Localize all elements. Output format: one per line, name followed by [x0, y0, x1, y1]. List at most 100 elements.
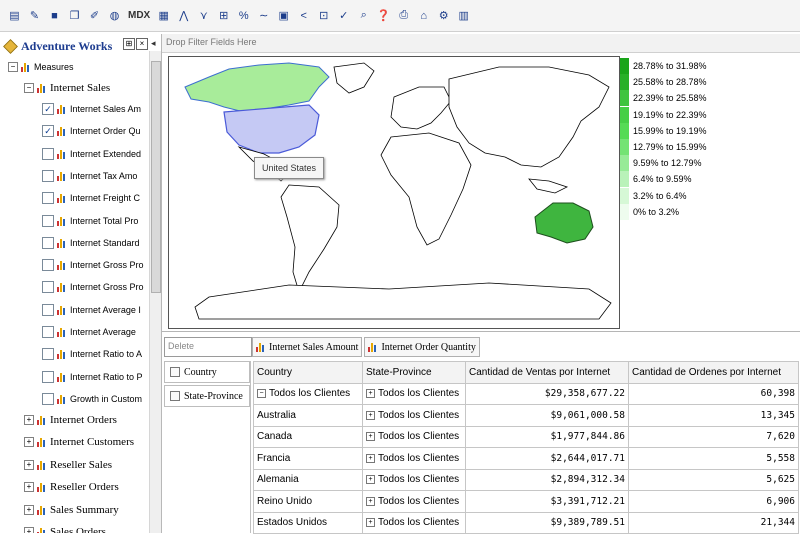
map-europe[interactable] — [390, 86, 452, 130]
filter-icon[interactable]: ⋎ — [195, 7, 212, 25]
cell-orders[interactable]: 21,344 — [628, 511, 799, 534]
cell-state-province[interactable]: + Todos los Clientes — [362, 490, 466, 513]
collapse-icon[interactable]: − — [8, 62, 18, 72]
cell-country[interactable]: Reino Unido — [253, 490, 363, 513]
measure-checkbox[interactable] — [42, 259, 54, 272]
cell-sales[interactable]: $9,061,000.58 — [465, 404, 629, 427]
tree-scrollbar[interactable] — [149, 51, 161, 533]
map-indonesia[interactable] — [528, 178, 569, 194]
tree-measure-group[interactable]: + Sales Orders — [24, 522, 106, 533]
share-icon[interactable]: < — [295, 7, 312, 25]
tree-measure-item[interactable]: Internet Gross Pro — [42, 277, 144, 297]
print-preview-icon[interactable]: ⌂ — [415, 7, 432, 25]
cell-country[interactable]: Canada — [253, 425, 363, 448]
tree-measure-item[interactable]: Internet Extended — [42, 144, 141, 164]
map-antarctica[interactable] — [194, 282, 612, 320]
tree-measure-group[interactable]: + Sales Summary — [24, 500, 119, 520]
open-folder-icon[interactable]: ❐ — [66, 7, 83, 25]
save-icon[interactable]: ■ — [46, 7, 63, 25]
measure-checkbox[interactable] — [42, 392, 54, 405]
percent-icon[interactable]: % — [235, 7, 252, 25]
tree-measure-group[interactable]: + Reseller Orders — [24, 477, 119, 497]
measure-checkbox[interactable] — [42, 370, 54, 383]
expand-icon[interactable]: + — [24, 527, 34, 533]
measure-checkbox[interactable] — [42, 147, 54, 160]
collapse-panel-icon[interactable]: ◂ — [151, 38, 156, 49]
filter-drop-zone[interactable]: Drop Filter Fields Here — [162, 34, 800, 53]
expand-icon[interactable]: + — [366, 432, 375, 442]
tree-measure-item[interactable]: Growth in Custom — [42, 389, 142, 409]
expand-icon[interactable]: + — [366, 453, 375, 463]
scroll-thumb[interactable] — [151, 61, 161, 293]
globe-icon[interactable]: ◍ — [106, 7, 123, 25]
tree-measure-item[interactable]: Internet Average — [42, 322, 136, 342]
cell-orders[interactable]: 5,625 — [628, 468, 799, 491]
expand-icon[interactable]: + — [366, 518, 375, 528]
view-icon[interactable]: ▣ — [275, 7, 292, 25]
measure-checkbox[interactable] — [42, 281, 54, 294]
cell-sales[interactable]: $29,358,677.22 — [465, 382, 629, 405]
print-icon[interactable]: ⎙ — [395, 7, 412, 25]
map-united-states[interactable] — [223, 104, 320, 154]
tree-measure-item[interactable]: Internet Ratio to P — [42, 367, 143, 387]
search-icon[interactable]: ⌕ — [355, 7, 372, 25]
cell-country[interactable]: Alemania — [253, 468, 363, 491]
cell-state-province[interactable]: + Todos los Clientes — [362, 425, 466, 448]
header-orders[interactable]: Cantidad de Ordenes por Internet — [628, 361, 799, 384]
cell-orders[interactable]: 7,620 — [628, 425, 799, 448]
measure-checkbox[interactable]: ✓ — [42, 103, 54, 115]
expand-icon[interactable]: + — [24, 482, 34, 493]
cell-orders[interactable]: 6,906 — [628, 490, 799, 513]
cell-orders[interactable]: 13,345 — [628, 404, 799, 427]
expand-icon[interactable]: + — [24, 415, 34, 425]
pin-icon[interactable]: ⊞ — [123, 38, 135, 50]
grid-icon[interactable]: ▦ — [155, 7, 172, 25]
header-country[interactable]: Country — [253, 361, 363, 384]
pdf-icon[interactable]: ▥ — [455, 7, 472, 25]
tree-measure-group[interactable]: + Reseller Sales — [24, 455, 112, 475]
measure-checkbox[interactable]: ✓ — [42, 125, 54, 138]
cell-state-province[interactable]: + Todos los Clientes — [362, 447, 466, 470]
measure-checkbox[interactable] — [42, 348, 54, 361]
tree-group-internet-sales[interactable]: − Internet Sales — [24, 78, 110, 98]
tree-measure-group[interactable]: + Internet Customers — [24, 432, 134, 452]
open-icon[interactable]: ✎ — [26, 7, 43, 25]
measure-checkbox[interactable] — [42, 192, 54, 205]
cell-state-province[interactable]: + Todos los Clientes — [362, 511, 466, 534]
cell-state-province[interactable]: + Todos los Clientes — [362, 382, 466, 405]
expand-icon[interactable]: + — [24, 504, 34, 515]
world-map[interactable] — [169, 57, 619, 328]
cell-state-province[interactable]: + Todos los Clientes — [362, 468, 466, 491]
export-icon[interactable]: ⊡ — [315, 7, 332, 25]
expand-icon[interactable]: + — [366, 475, 375, 485]
help-icon[interactable]: ❓ — [375, 7, 392, 25]
options-icon[interactable]: ⚙ — [435, 7, 452, 25]
tree-measure-item[interactable]: Internet Standard — [42, 233, 140, 253]
tree-measure-group[interactable]: + Internet Orders — [24, 410, 117, 430]
collapse-icon[interactable]: − — [257, 389, 266, 399]
cell-sales[interactable]: $2,644,017.71 — [465, 447, 629, 470]
measure-checkbox[interactable] — [42, 236, 54, 249]
cell-country[interactable]: Francia — [253, 447, 363, 470]
measure-checkbox[interactable] — [42, 326, 54, 338]
tree-measure-item[interactable]: Internet Gross Pro — [42, 255, 144, 275]
new-report-icon[interactable]: ▤ — [6, 7, 23, 25]
cell-country[interactable]: Estados Unidos — [253, 511, 363, 534]
expand-icon[interactable]: + — [24, 437, 34, 448]
map-asia[interactable] — [448, 66, 610, 168]
chart-icon[interactable]: ⋀ — [175, 7, 192, 25]
cell-sales[interactable]: $2,894,312.34 — [465, 468, 629, 491]
tree-measure-item[interactable]: Internet Ratio to A — [42, 344, 142, 364]
header-sales[interactable]: Cantidad de Ventas por Internet — [465, 361, 629, 384]
tab-internet-sales-amount[interactable]: Internet Sales Amount — [252, 337, 363, 357]
expand-icon[interactable]: + — [366, 496, 375, 506]
cell-sales[interactable]: $1,977,844.86 — [465, 425, 629, 448]
trend-icon[interactable]: ∼ — [255, 7, 272, 25]
tree-measure-item[interactable]: Internet Total Pro — [42, 211, 138, 231]
cell-sales[interactable]: $3,391,712.21 — [465, 490, 629, 513]
tab-internet-order-quantity[interactable]: Internet Order Quantity — [364, 337, 480, 357]
tree-measure-item[interactable]: Internet Freight C — [42, 188, 140, 208]
measure-checkbox[interactable] — [42, 303, 54, 316]
delete-drop-zone[interactable]: Delete — [164, 337, 252, 357]
map-australia[interactable] — [534, 202, 594, 244]
